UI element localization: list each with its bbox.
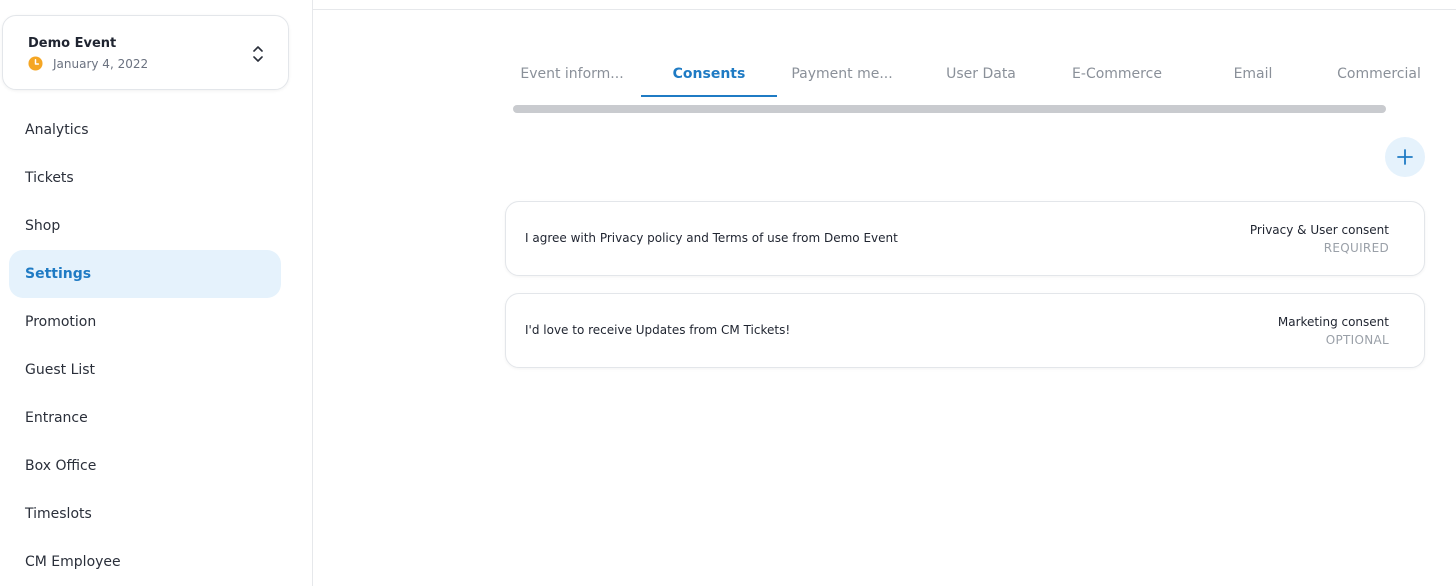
sidebar-item-guest-list[interactable]: Guest List: [9, 346, 281, 394]
event-switcher[interactable]: Demo Event January 4, 2022: [2, 15, 289, 90]
tab-event-information[interactable]: Event inform...: [505, 52, 639, 96]
consent-card[interactable]: I'd love to receive Updates from CM Tick…: [505, 293, 1425, 368]
consent-text: I'd love to receive Updates from CM Tick…: [525, 323, 791, 337]
sidebar-item-label: Guest List: [25, 362, 96, 378]
sidebar-item-label: Entrance: [25, 410, 88, 426]
sidebar-item-analytics[interactable]: Analytics: [9, 106, 281, 154]
sidebar-item-timeslots[interactable]: Timeslots: [9, 490, 281, 538]
consent-type: Privacy & User consent: [1249, 223, 1389, 237]
consent-card[interactable]: I agree with Privacy policy and Terms of…: [505, 201, 1425, 276]
event-date-row: January 4, 2022: [28, 56, 148, 71]
consent-requirement: REQUIRED: [1323, 241, 1389, 255]
settings-tabs: Event inform... Consents Payment me... U…: [505, 52, 1435, 98]
tab-user-data[interactable]: User Data: [915, 52, 1047, 96]
sidebar-item-cm-employee[interactable]: CM Employee: [9, 538, 281, 586]
app: Demo Event January 4, 2022 Analytics Tic…: [0, 0, 1456, 586]
sidebar-item-label: Timeslots: [25, 506, 92, 522]
tabs-scrollbar[interactable]: [513, 105, 1386, 113]
chevron-up-down-icon[interactable]: [251, 44, 265, 64]
tab-email[interactable]: Email: [1187, 52, 1319, 96]
sidebar-item-label: Settings: [25, 266, 92, 282]
sidebar-item-label: CM Employee: [25, 554, 121, 570]
tab-e-commerce[interactable]: E-Commerce: [1051, 52, 1183, 96]
sidebar-item-promotion[interactable]: Promotion: [9, 298, 281, 346]
sidebar-item-label: Box Office: [25, 458, 97, 474]
sidebar-item-box-office[interactable]: Box Office: [9, 442, 281, 490]
sidebar-item-label: Shop: [25, 218, 61, 234]
clock-icon: [28, 56, 43, 71]
sidebar-nav: Analytics Tickets Shop Settings Promotio…: [9, 106, 281, 586]
sidebar-item-label: Promotion: [25, 314, 97, 330]
top-divider: [312, 9, 1456, 10]
active-tab-indicator: [641, 95, 777, 97]
sidebar-item-shop[interactable]: Shop: [9, 202, 281, 250]
event-name: Demo Event: [28, 36, 117, 51]
consent-type: Marketing consent: [1277, 315, 1389, 329]
consent-text: I agree with Privacy policy and Terms of…: [525, 231, 898, 245]
tab-commercial[interactable]: Commercial: [1323, 52, 1435, 96]
consent-requirement: OPTIONAL: [1325, 333, 1389, 347]
add-consent-button[interactable]: [1385, 137, 1425, 177]
tab-payment-methods[interactable]: Payment me...: [777, 52, 907, 96]
sidebar-item-tickets[interactable]: Tickets: [9, 154, 281, 202]
plus-icon: [1397, 149, 1413, 165]
sidebar: Demo Event January 4, 2022 Analytics Tic…: [0, 0, 313, 586]
sidebar-item-label: Analytics: [25, 122, 89, 138]
tab-consents[interactable]: Consents: [641, 52, 777, 96]
event-date: January 4, 2022: [53, 56, 149, 71]
sidebar-item-settings[interactable]: Settings: [9, 250, 281, 298]
sidebar-item-entrance[interactable]: Entrance: [9, 394, 281, 442]
sidebar-item-label: Tickets: [25, 170, 74, 186]
